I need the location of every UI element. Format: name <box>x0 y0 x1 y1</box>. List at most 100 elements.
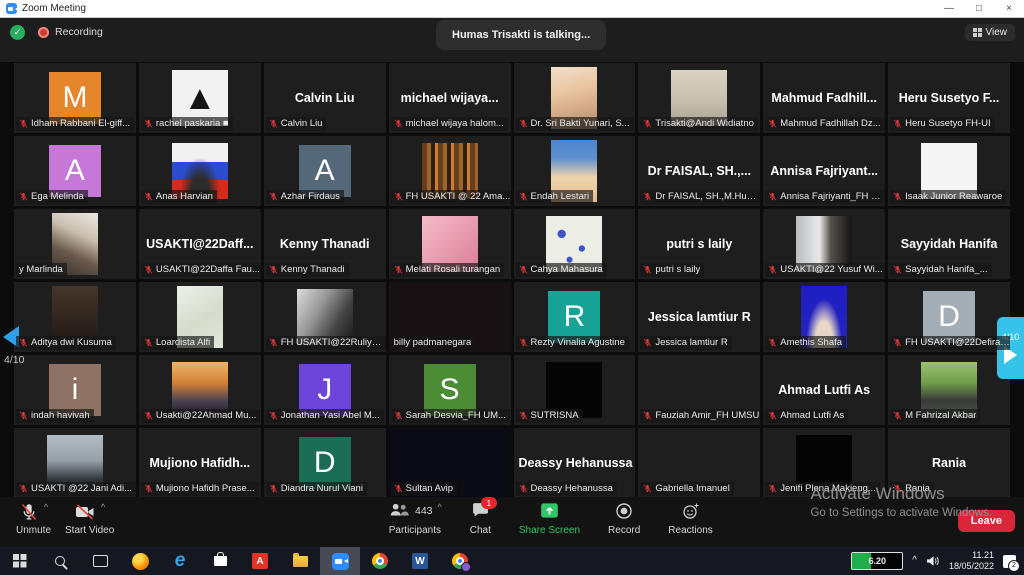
close-button[interactable]: × <box>994 0 1024 17</box>
participant-tile[interactable]: Ahmad Lutfi AsAhmad Lutfi As <box>763 355 885 425</box>
word-icon[interactable]: W <box>400 547 440 575</box>
participant-tile[interactable]: iindah havivah <box>14 355 136 425</box>
maximize-button[interactable]: □ <box>964 0 994 17</box>
participant-tile[interactable]: RRezty Vinalia Agustine <box>514 282 636 352</box>
mic-muted-icon <box>394 191 403 202</box>
participant-tile[interactable]: USAKTI@22 Yusuf Wi... <box>763 209 885 279</box>
participant-tile[interactable]: USAKTI @22 Jani Adi... <box>14 428 136 498</box>
search-icon[interactable] <box>40 547 80 575</box>
participant-name-tag: y Marlinda <box>16 263 67 277</box>
participant-tile[interactable]: Sayyidah HanifaSayyidah Hanifa_... <box>888 209 1010 279</box>
participant-name-tag: FH USAKTI @ 22 Ama... <box>391 190 511 204</box>
participant-tile[interactable]: JJonathan Yasi Abel M... <box>264 355 386 425</box>
unmute-button[interactable]: ^ Unmute <box>16 502 51 536</box>
participant-tile[interactable]: Annisa Fajriyant...Annisa Fajriyanti_FH … <box>763 136 885 206</box>
participant-tile[interactable]: FH USAKTI@22Ruliyo ... <box>264 282 386 352</box>
participant-tile[interactable]: Kenny ThanadiKenny Thanadi <box>264 209 386 279</box>
participant-tile[interactable]: Aditya dwi Kusuma <box>14 282 136 352</box>
participant-tile[interactable]: M Fahrizal Akbar <box>888 355 1010 425</box>
participant-tile[interactable]: SSarah Desvia_FH UM... <box>389 355 511 425</box>
participant-tile[interactable]: RaniaRania <box>888 428 1010 498</box>
participant-name-tag: Mahmud Fadhillah Dz... <box>765 117 884 131</box>
participant-tile[interactable]: michael wijaya...michael wijaya halom... <box>389 63 511 133</box>
participant-display-name: Ahmad Lutfi As <box>763 383 885 397</box>
participant-name-tag: Ega Melinda <box>16 190 88 204</box>
mic-muted-icon <box>19 337 28 348</box>
store-icon[interactable] <box>200 547 240 575</box>
participant-tile[interactable]: Gabriella Imanuel <box>638 428 760 498</box>
participant-tile[interactable]: AEga Melinda <box>14 136 136 206</box>
encryption-shield-icon[interactable]: ✓ <box>10 25 25 40</box>
file-explorer-icon[interactable] <box>280 547 320 575</box>
participant-tile[interactable]: AAzhar Firdaus <box>264 136 386 206</box>
participant-tile[interactable]: Usakti@22Ahmad Mu... <box>139 355 261 425</box>
participant-tile[interactable]: Heru Susetyo F...Heru Susetyo FH-UI <box>888 63 1010 133</box>
record-button[interactable]: Record <box>608 502 640 536</box>
share-screen-button[interactable]: Share Screen <box>519 502 580 536</box>
participant-tile[interactable]: Calvin LiuCalvin Liu <box>264 63 386 133</box>
participant-tile[interactable]: Loardista Alfi <box>139 282 261 352</box>
minimize-button[interactable]: — <box>934 0 964 17</box>
start-icon[interactable] <box>0 547 40 575</box>
participant-tile[interactable]: Anas Harvian <box>139 136 261 206</box>
participant-tile[interactable]: USAKTI@22Daff...USAKTI@22Daffa Fau... <box>139 209 261 279</box>
participant-tile[interactable]: billy padmanegara <box>389 282 511 352</box>
start-video-button[interactable]: ^ Start Video <box>65 502 114 536</box>
participant-tile[interactable]: Endah Lestari <box>514 136 636 206</box>
participant-tile[interactable]: DDiandra Nurul Viani <box>264 428 386 498</box>
participants-menu-caret[interactable]: ^ <box>438 502 442 512</box>
clock[interactable]: 11.21 18/05/2022 <box>949 550 994 573</box>
participant-tile[interactable]: DFH USAKTI@22Defira ... <box>888 282 1010 352</box>
participant-tile[interactable]: Amethis Shafa <box>763 282 885 352</box>
mic-muted-icon <box>893 191 902 202</box>
record-icon <box>615 502 633 520</box>
participant-tile[interactable]: FH USAKTI @ 22 Ama... <box>389 136 511 206</box>
chat-button[interactable]: 1 Chat <box>470 502 491 536</box>
participant-tile[interactable]: Jessica lamtiur RJessica lamtiur R <box>638 282 760 352</box>
participants-button[interactable]: 443 ^ Participants <box>388 502 442 536</box>
participant-tile[interactable]: Dr. Sri Bakti Yunari, S... <box>514 63 636 133</box>
zoom-icon[interactable] <box>320 547 360 575</box>
participant-tile[interactable]: Dr FAISAL, SH.,...Dr FAISAL, SH.,M.Hum..… <box>638 136 760 206</box>
participant-tile[interactable]: Trisakti@Andi Widiatno <box>638 63 760 133</box>
participant-tile[interactable]: ▲rachel paskaria ■ <box>139 63 261 133</box>
participant-tile[interactable]: putri s lailyputri s laily <box>638 209 760 279</box>
participant-tile[interactable]: Mujiono Hafidh...Mujiono Hafidh Prase... <box>139 428 261 498</box>
task-view-icon[interactable] <box>80 547 120 575</box>
participant-tile[interactable]: MIdham Rabbani El-giff... <box>14 63 136 133</box>
mic-muted-icon <box>893 264 902 275</box>
chrome-profile-icon[interactable] <box>440 547 480 575</box>
participant-name-tag: Cahya Mahasura <box>516 263 607 277</box>
participant-tile[interactable]: y Marlinda <box>14 209 136 279</box>
participant-name-tag: Fauziah Amir_FH UMSU <box>640 409 760 423</box>
unmute-menu-caret[interactable]: ^ <box>44 502 48 512</box>
participant-tile[interactable]: Deassy HehanussaDeassy Hehanussa <box>514 428 636 498</box>
reactions-button[interactable]: Reactions <box>668 502 712 536</box>
system-tray: 6.20 ^ 11.21 18/05/2022 2 <box>851 547 1024 575</box>
participant-name-tag: USAKTI@22 Yusuf Wi... <box>765 263 885 277</box>
leave-button[interactable]: Leave <box>958 510 1015 532</box>
acrobat-icon[interactable]: A <box>240 547 280 575</box>
participant-tile[interactable]: Jenifi Plona Makieng... <box>763 428 885 498</box>
view-button[interactable]: View <box>965 24 1016 41</box>
participant-tile[interactable]: Cahya Mahasura <box>514 209 636 279</box>
firefox-icon[interactable] <box>120 547 160 575</box>
participants-icon <box>388 502 410 518</box>
participant-tile[interactable]: Sultan Avip <box>389 428 511 498</box>
participant-tile[interactable]: Mahmud Fadhill...Mahmud Fadhillah Dz... <box>763 63 885 133</box>
share-screen-label: Share Screen <box>519 525 580 536</box>
participant-tile[interactable]: SUTRISNA <box>514 355 636 425</box>
mic-muted-icon <box>893 337 902 348</box>
participant-name-tag: Calvin Liu <box>266 117 327 131</box>
video-off-icon <box>74 502 96 522</box>
chrome-icon[interactable] <box>360 547 400 575</box>
volume-icon[interactable] <box>926 555 940 567</box>
participant-tile[interactable]: Isaak Junior Reawaroe <box>888 136 1010 206</box>
participant-tile[interactable]: Fauziah Amir_FH UMSU <box>638 355 760 425</box>
participant-tile[interactable]: Melati Rosali turangan <box>389 209 511 279</box>
video-menu-caret[interactable]: ^ <box>101 502 105 512</box>
edge-icon[interactable]: e <box>160 547 200 575</box>
participant-name-tag: Diandra Nurul Viani <box>266 482 367 496</box>
tray-expand-icon[interactable]: ^ <box>912 556 917 566</box>
action-center-icon[interactable]: 2 <box>1003 555 1016 568</box>
